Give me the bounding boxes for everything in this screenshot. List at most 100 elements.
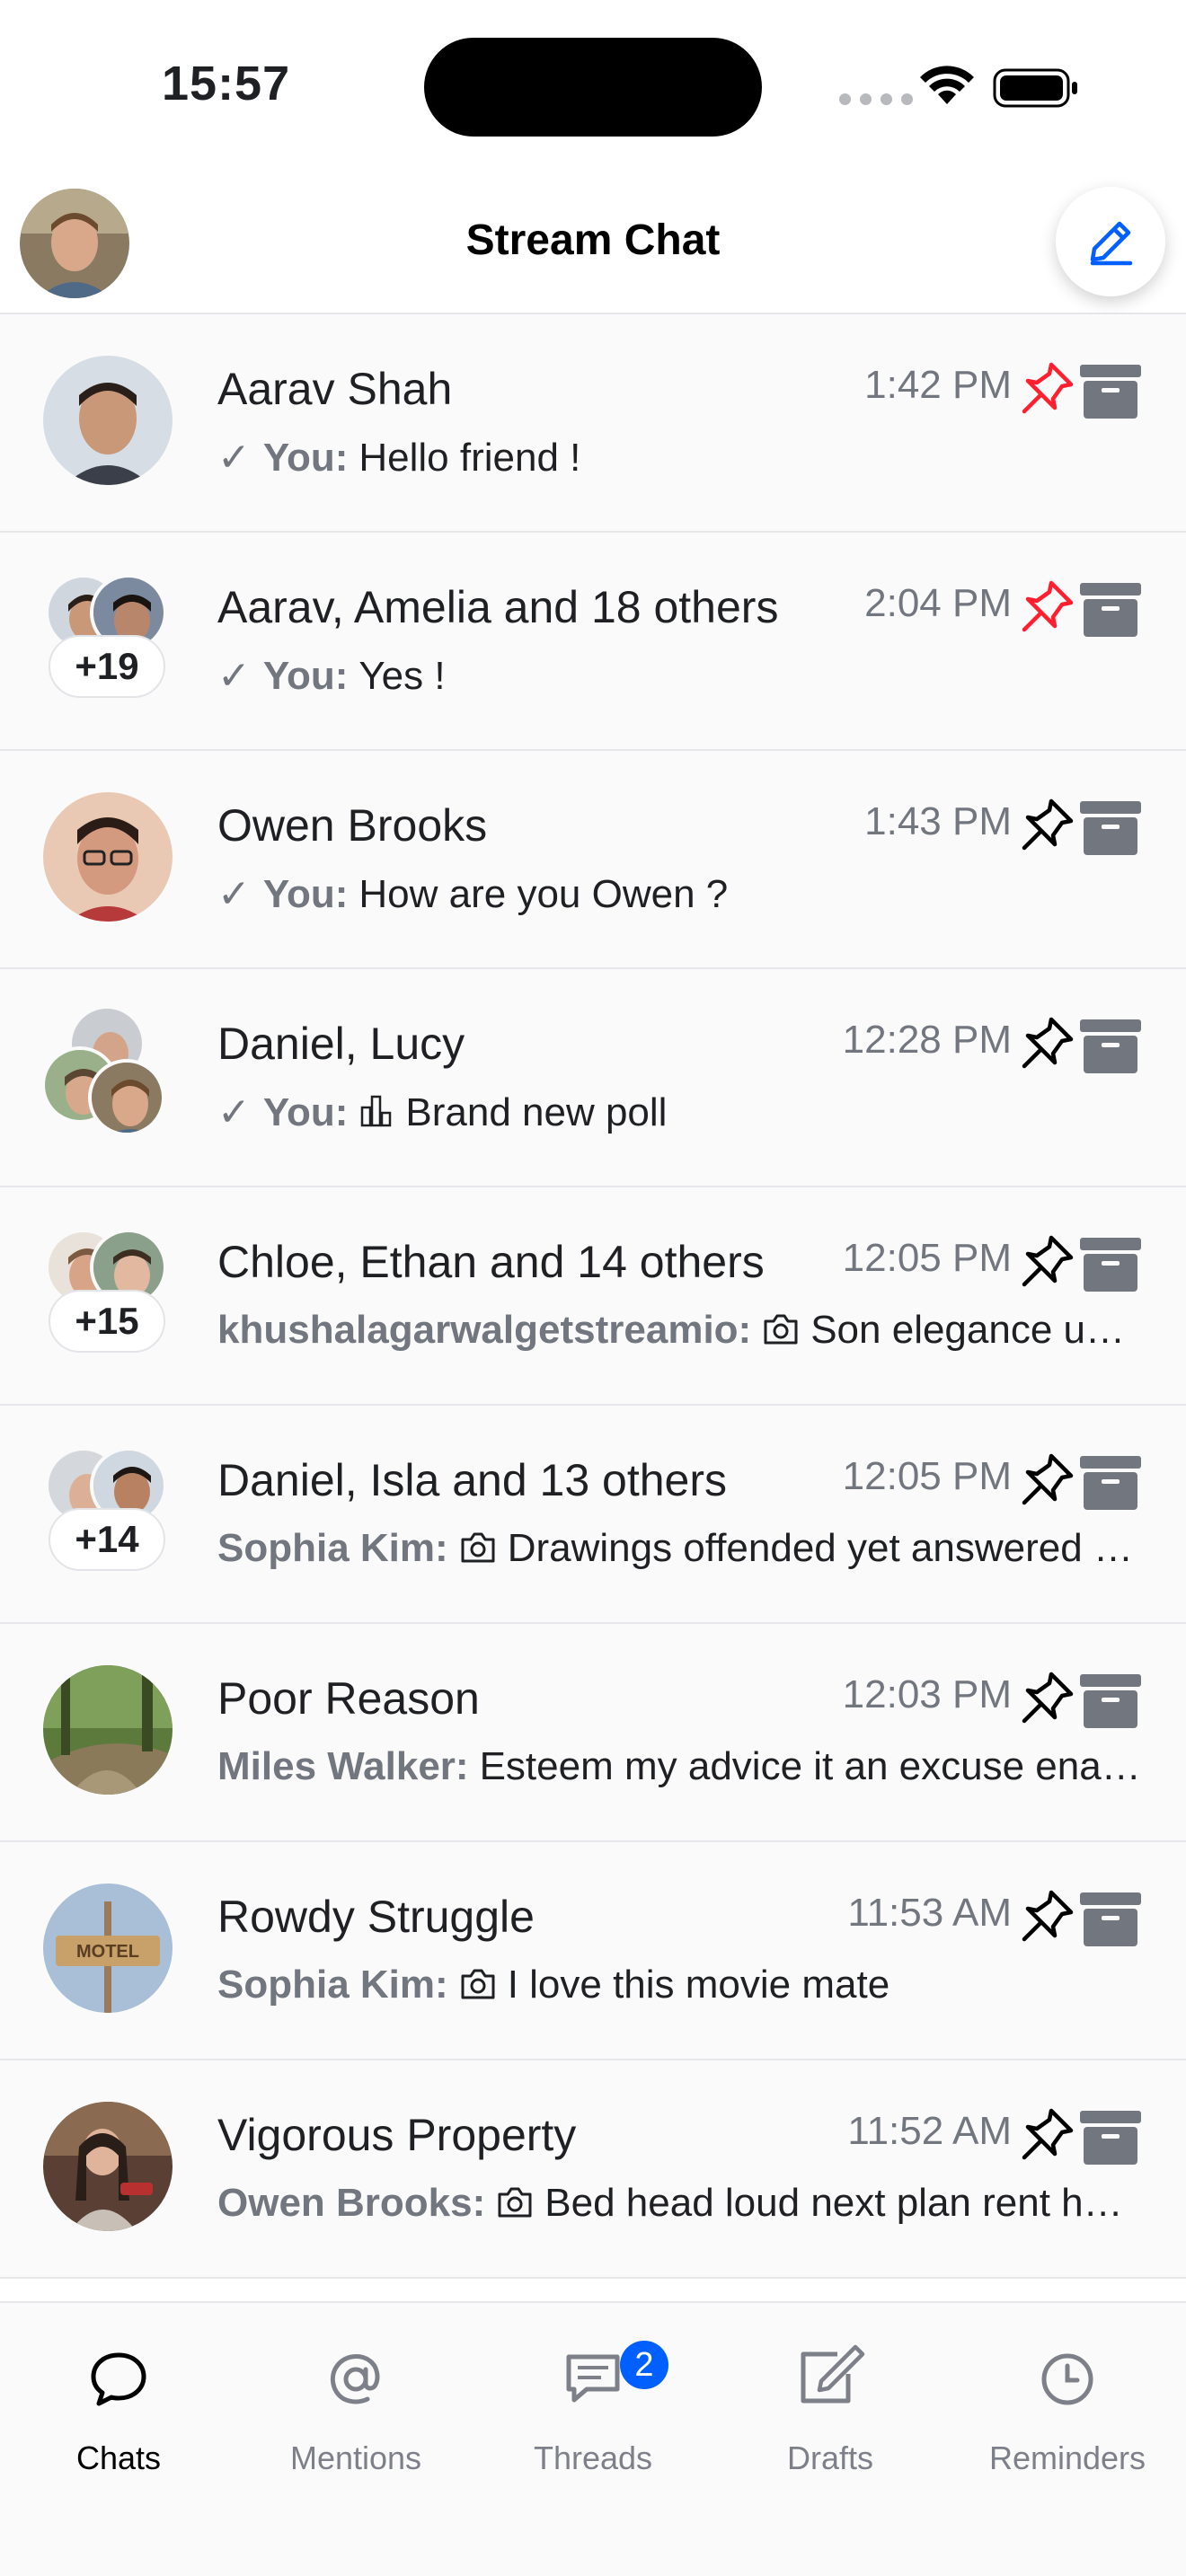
pin-icon[interactable] [1017,578,1076,637]
message-sender: Sophia Kim: [217,1526,448,1570]
message-sender: You: [262,872,349,916]
archive-icon[interactable] [1078,1452,1143,1513]
message-text: How are you Owen ? [358,872,729,916]
message-sender: Owen Brooks: [217,2181,486,2225]
pin-icon[interactable] [1017,359,1076,419]
tab-label: Reminders [988,2439,1146,2476]
message-text: Esteem my advice it an excuse enable. Fe… [479,1744,1143,1788]
message-preview: khushalagarwalgetstreamio: Son elegance u… [217,1308,1143,1353]
tab-threads[interactable]: 2 Threads [474,2339,712,2477]
archive-icon[interactable] [1078,1889,1143,1950]
message-text: Yes ! [358,654,446,698]
message-sender: You: [262,436,349,480]
app-header: Stream Chat [0,171,1186,314]
message-sender: You: [262,654,349,698]
message-preview: ✓ You: How are you Owen ? [217,871,1143,917]
threads-icon [566,2354,620,2403]
pin-icon[interactable] [1017,2105,1076,2165]
tab-bar: Chats Mentions 2 Threads Drafts Reminder… [0,2301,1186,2576]
archive-icon[interactable] [1078,579,1143,640]
message-preview: ✓ You: Yes ! [217,653,1143,699]
status-bar: 15:57 [0,0,1186,171]
message-timestamp: 11:53 AM [847,1891,1012,1935]
channel-row[interactable]: Vigorous Property 11:52 AM Owen Brooks: B… [0,2060,1186,2279]
draft-edit-icon [801,2344,865,2404]
channel-name: Rowdy Struggle [217,1892,535,1942]
channel-row[interactable]: Owen Brooks 1:43 PM ✓ You: How are you Owe… [0,751,1186,969]
tab-label: Drafts [786,2439,873,2476]
channel-row[interactable]: +19 Aarav, Amelia and 18 others 2:04 PM … [0,533,1186,751]
message-timestamp: 1:42 PM [864,363,1012,407]
channel-avatar [43,792,173,922]
message-timestamp: 12:28 PM [842,1018,1012,1062]
camera-icon [461,1969,495,1999]
tab-label: Threads [533,2439,653,2476]
pencil-icon [1090,221,1133,266]
archive-icon[interactable] [1078,2107,1143,2168]
message-timestamp: 2:04 PM [864,581,1012,625]
battery-icon [993,68,1077,108]
message-text: Son elegance use weddings separate. Ask … [810,1308,1143,1352]
channel-list: Aarav Shah 1:42 PM ✓ You: Hello friend ! +… [0,314,1186,2279]
archive-icon[interactable] [1078,1016,1143,1077]
channel-row[interactable]: Aarav Shah 1:42 PM ✓ You: Hello friend ! [0,314,1186,533]
channel-avatar [43,1665,173,1795]
message-text: Brand new poll [405,1090,668,1134]
svg-text:MOTEL: MOTEL [76,1942,139,1962]
read-check-icon: ✓ [217,872,251,916]
message-timestamp: 11:52 AM [847,2109,1012,2153]
pin-icon[interactable] [1017,796,1076,855]
poll-icon [361,1095,392,1127]
message-text: Bed head loud next plan rent has sell. [544,2181,1143,2225]
pin-icon[interactable] [1017,1669,1076,1728]
channel-row[interactable]: MOTEL Rowdy Struggle 11:53 AM Sophia Kim… [0,1842,1186,2060]
archive-icon[interactable] [1078,361,1143,422]
channel-name: Vigorous Property [217,2110,577,2160]
pin-icon[interactable] [1017,1887,1076,1946]
member-count-badge: +14 [49,1508,165,1571]
message-preview: Owen Brooks: Bed head loud next plan rent… [217,2181,1143,2226]
channel-name: Daniel, Isla and 13 others [217,1455,728,1505]
tab-label: Chats [75,2439,162,2476]
pin-icon[interactable] [1017,1232,1076,1292]
wifi-icon [920,66,974,104]
archive-icon[interactable] [1078,1671,1143,1732]
at-sign-icon [330,2354,380,2404]
pin-icon[interactable] [1017,1451,1076,1510]
message-text: I love this movie mate [507,1963,890,2007]
message-preview: Miles Walker: Esteem my advice it an excu… [217,1744,1143,1789]
channel-avatar: +19 [43,574,173,703]
member-count-badge: +15 [49,1290,165,1353]
pin-icon[interactable] [1017,1014,1076,1073]
channel-avatar [43,2102,173,2231]
channel-name: Aarav, Amelia and 18 others [217,582,779,632]
message-sender: Miles Walker: [217,1744,469,1788]
tab-drafts[interactable]: Drafts [712,2339,949,2477]
page-title: Stream Chat [465,216,721,264]
tab-mentions[interactable]: Mentions [237,2339,474,2477]
cellular-signal-icon [839,93,913,105]
message-timestamp: 12:05 PM [842,1236,1012,1280]
channel-avatar [41,1005,173,1140]
message-sender: You: [262,1090,349,1134]
channel-name: Daniel, Lucy [217,1019,465,1069]
camera-icon [461,1532,495,1563]
tab-reminders[interactable]: Reminders [949,2339,1186,2477]
camera-icon [764,1314,798,1345]
channel-row[interactable]: Poor Reason 12:03 PM Miles Walker: Esteem… [0,1624,1186,1842]
channel-name: Owen Brooks [217,800,488,851]
channel-row[interactable]: Daniel, Lucy 12:28 PM ✓ You: Brand new pol… [0,969,1186,1187]
archive-icon[interactable] [1078,1234,1143,1295]
new-message-button[interactable] [1056,187,1165,296]
channel-row[interactable]: +15 Chloe, Ethan and 14 others 12:05 PM … [0,1187,1186,1406]
message-preview: Sophia Kim: Drawings offended yet answere… [217,1526,1143,1571]
unread-threads-badge: 2 [620,2341,668,2389]
archive-icon[interactable] [1078,798,1143,859]
tab-label: Mentions [289,2439,422,2476]
message-timestamp: 12:03 PM [842,1672,1012,1716]
channel-row[interactable]: +14 Daniel, Isla and 13 others 12:05 PM … [0,1406,1186,1624]
tab-chats[interactable]: Chats [0,2339,237,2477]
channel-avatar [43,356,173,485]
read-check-icon: ✓ [217,436,251,480]
status-time: 15:57 [162,57,291,110]
